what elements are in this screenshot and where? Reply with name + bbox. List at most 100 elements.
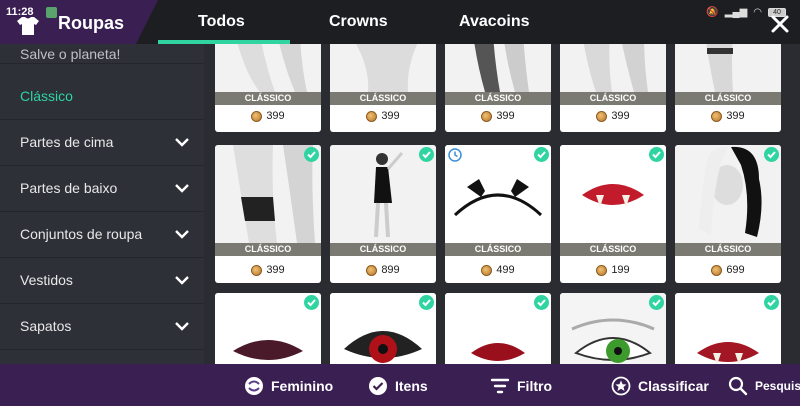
- sidebar-item-label: Partes de cima: [20, 134, 114, 150]
- item-card[interactable]: [445, 293, 551, 364]
- chevron-down-icon: [175, 276, 189, 285]
- card-tag: CLÁSSICO: [330, 92, 436, 105]
- status-app-icon: [46, 7, 57, 18]
- filtro-label: Filtro: [517, 378, 552, 394]
- classificar-label: Classificar: [638, 378, 709, 394]
- sidebar-item-classico[interactable]: Clássico: [0, 74, 204, 120]
- sidebar-item-label: Vestidos: [20, 272, 73, 288]
- coin-icon: [366, 264, 378, 276]
- mute-icon: 🔕: [706, 7, 719, 18]
- owned-check-icon: [764, 147, 779, 162]
- item-card[interactable]: CLÁSSICO 399: [330, 44, 436, 132]
- owned-check-icon: [534, 147, 549, 162]
- card-tag: CLÁSSICO: [215, 243, 321, 256]
- feminino-label: Feminino: [271, 378, 334, 394]
- coin-icon: [711, 264, 723, 276]
- close-icon[interactable]: [770, 14, 790, 34]
- item-card[interactable]: CLÁSSICO 399: [445, 44, 551, 132]
- filter-icon: [490, 378, 510, 394]
- card-tag: CLÁSSICO: [445, 243, 551, 256]
- item-card[interactable]: CLÁSSICO 199: [560, 145, 666, 283]
- card-price: 399: [330, 108, 436, 124]
- item-card[interactable]: [330, 293, 436, 364]
- wifi-icon: ◠: [753, 7, 762, 18]
- card-price: 399: [675, 108, 781, 124]
- coin-icon: [596, 110, 608, 122]
- card-tag: CLÁSSICO: [560, 243, 666, 256]
- price-value: 399: [381, 110, 400, 122]
- card-price: 399: [445, 108, 551, 124]
- item-card[interactable]: [215, 293, 321, 364]
- coin-icon: [251, 264, 263, 276]
- item-card[interactable]: CLÁSSICO 699: [675, 145, 781, 283]
- card-tag: CLÁSSICO: [675, 243, 781, 256]
- itens-button[interactable]: Itens: [368, 376, 428, 396]
- price-value: 399: [266, 110, 285, 122]
- chevron-down-icon: [175, 184, 189, 193]
- check-circle-icon: [369, 377, 387, 395]
- sidebar-item-sapatos[interactable]: Sapatos: [0, 304, 204, 350]
- pesquisa-label: Pesquisa: [755, 379, 800, 393]
- card-price: 399: [560, 108, 666, 124]
- owned-check-icon: [419, 295, 434, 310]
- item-card[interactable]: CLÁSSICO 399: [675, 44, 781, 132]
- tab-crowns[interactable]: Crowns: [329, 13, 388, 31]
- clock-icon: [448, 148, 462, 162]
- legs-icon: [560, 44, 666, 92]
- tab-avacoins[interactable]: Avacoins: [459, 13, 530, 31]
- item-card[interactable]: [675, 293, 781, 364]
- sidebar-item-label: Partes de baixo: [20, 180, 118, 196]
- price-value: 399: [611, 110, 630, 122]
- classificar-button[interactable]: Classificar: [611, 376, 709, 396]
- owned-check-icon: [764, 295, 779, 310]
- garter-icon: [675, 44, 781, 92]
- card-tag: CLÁSSICO: [445, 92, 551, 105]
- sidebar-item-partes-de-baixo[interactable]: Partes de baixo: [0, 166, 204, 212]
- item-card[interactable]: CLÁSSICO 899: [330, 145, 436, 283]
- sidebar-item-vestidos[interactable]: Vestidos: [0, 258, 204, 304]
- item-card[interactable]: [560, 293, 666, 364]
- owned-check-icon: [304, 147, 319, 162]
- shirt-icon: [17, 17, 39, 35]
- chevron-down-icon: [175, 230, 189, 239]
- tab-todos[interactable]: Todos: [198, 13, 245, 31]
- card-price: 199: [560, 262, 666, 278]
- card-price: 399: [215, 108, 321, 124]
- price-value: 399: [726, 110, 745, 122]
- star-circle-icon: [611, 376, 631, 396]
- item-card[interactable]: CLÁSSICO 399: [215, 44, 321, 132]
- item-grid: CLÁSSICO 399 CLÁSSICO 399 CLÁSSICO 399 C…: [204, 44, 800, 364]
- coin-icon: [711, 110, 723, 122]
- app-root: 11:28 Roupas Todos Crowns Avacoins 🔕 ▂▄▆…: [0, 0, 800, 406]
- pesquisa-button[interactable]: Pesquisa: [728, 376, 800, 396]
- price-value: 399: [266, 264, 285, 276]
- card-price: 499: [445, 262, 551, 278]
- price-value: 699: [726, 264, 745, 276]
- sidebar-item-conjuntos-de-roupa[interactable]: Conjuntos de roupa: [0, 212, 204, 258]
- coin-icon: [366, 110, 378, 122]
- sidebar-item-salve-o-planeta[interactable]: Salve o planeta!: [0, 44, 204, 64]
- filtro-button[interactable]: Filtro: [490, 376, 552, 396]
- sidebar-item-label: Clássico: [20, 88, 73, 104]
- legs-tattoo-icon: [215, 44, 321, 92]
- owned-check-icon: [419, 147, 434, 162]
- item-card[interactable]: CLÁSSICO 399: [560, 44, 666, 132]
- owned-check-icon: [649, 147, 664, 162]
- bottom-toolbar: Feminino Itens Filtro Classificar Pesqui…: [0, 364, 800, 406]
- feminino-button[interactable]: Feminino: [244, 376, 333, 396]
- price-value: 199: [611, 264, 630, 276]
- sidebar-item-partes-de-cima[interactable]: Partes de cima: [0, 120, 204, 166]
- torso-icon: [330, 44, 436, 92]
- owned-check-icon: [534, 295, 549, 310]
- card-tag: CLÁSSICO: [330, 243, 436, 256]
- chevron-down-icon: [175, 322, 189, 331]
- item-card[interactable]: CLÁSSICO 499: [445, 145, 551, 283]
- owned-check-icon: [649, 295, 664, 310]
- coin-icon: [251, 110, 263, 122]
- card-tag: CLÁSSICO: [560, 92, 666, 105]
- price-value: 499: [496, 264, 515, 276]
- price-value: 399: [496, 110, 515, 122]
- item-card[interactable]: CLÁSSICO 399: [215, 145, 321, 283]
- coin-icon: [481, 264, 493, 276]
- card-price: 399: [215, 262, 321, 278]
